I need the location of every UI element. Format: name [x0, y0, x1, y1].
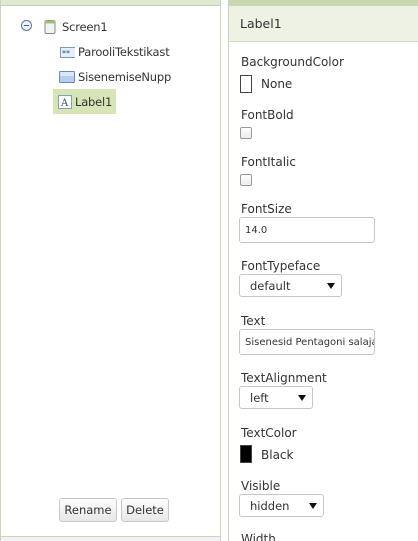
- textcolor-swatch[interactable]: [240, 445, 252, 463]
- textcolor-value[interactable]: Black: [261, 448, 293, 462]
- tree-item-paroolitekstikast[interactable]: ** ParooliTekstikast: [59, 40, 170, 64]
- rename-button[interactable]: Rename: [59, 498, 117, 522]
- fonttypeface-select-value: default: [250, 278, 291, 293]
- tree-item-label: ParooliTekstikast: [78, 45, 170, 59]
- chevron-down-icon: [298, 394, 306, 401]
- prop-label-backgroundcolor: BackgroundColor: [241, 55, 344, 69]
- tree-item-label: Label1: [75, 94, 113, 109]
- collapse-toggle-icon[interactable]: [21, 20, 32, 31]
- textalignment-select-value: left: [250, 390, 269, 405]
- backgroundcolor-value[interactable]: None: [261, 77, 292, 91]
- chevron-down-icon: [309, 502, 317, 509]
- fontsize-input[interactable]: 14.0: [239, 217, 375, 243]
- properties-panel: Label1 BackgroundColor None FontBold Fon…: [228, 0, 418, 541]
- button-component-icon: [59, 71, 75, 83]
- backgroundcolor-swatch[interactable]: [240, 75, 252, 93]
- tree-item-label1[interactable]: A Label1: [53, 89, 117, 114]
- tree-item-screen1[interactable]: Screen1: [43, 15, 108, 39]
- components-panel: Screen1 ** ParooliTekstikast SisenemiseN…: [0, 0, 221, 541]
- label-component-icon: A: [58, 94, 72, 109]
- prop-label-fontsize: FontSize: [241, 202, 292, 216]
- components-panel-topbar: [1, 0, 220, 6]
- prop-label-textalignment: TextAlignment: [241, 371, 327, 385]
- textalignment-select[interactable]: left: [239, 386, 313, 409]
- prop-label-width: Width: [241, 532, 276, 541]
- prop-label-fontbold: FontBold: [241, 108, 294, 122]
- prop-label-text: Text: [241, 314, 266, 328]
- fontitalic-checkbox[interactable]: [240, 174, 252, 186]
- visible-select[interactable]: hidden: [239, 494, 324, 517]
- tree-item-label: Screen1: [62, 20, 108, 34]
- delete-button[interactable]: Delete: [121, 498, 169, 522]
- password-textbox-icon: **: [60, 47, 75, 58]
- selected-component-name: Label1: [240, 16, 282, 31]
- svg-text:A: A: [60, 98, 69, 109]
- properties-header: Label1: [229, 6, 418, 42]
- svg-text:**: **: [62, 49, 70, 58]
- prop-label-textcolor: TextColor: [241, 426, 297, 440]
- text-input[interactable]: Sisenesid Pentagoni salaja: [239, 329, 375, 355]
- chevron-down-icon: [327, 282, 335, 289]
- tree-item-label: SisenemiseNupp: [78, 70, 172, 84]
- components-panel-bottom-border: [1, 536, 220, 541]
- screen-icon: [44, 20, 56, 34]
- prop-label-fonttypeface: FontTypeface: [241, 259, 321, 273]
- prop-label-fontitalic: FontItalic: [241, 155, 296, 169]
- prop-label-visible: Visible: [241, 479, 281, 493]
- fonttypeface-select[interactable]: default: [239, 274, 342, 297]
- tree-item-sisenemisenupp[interactable]: SisenemiseNupp: [59, 65, 171, 89]
- fontbold-checkbox[interactable]: [240, 127, 252, 139]
- visible-select-value: hidden: [250, 498, 290, 513]
